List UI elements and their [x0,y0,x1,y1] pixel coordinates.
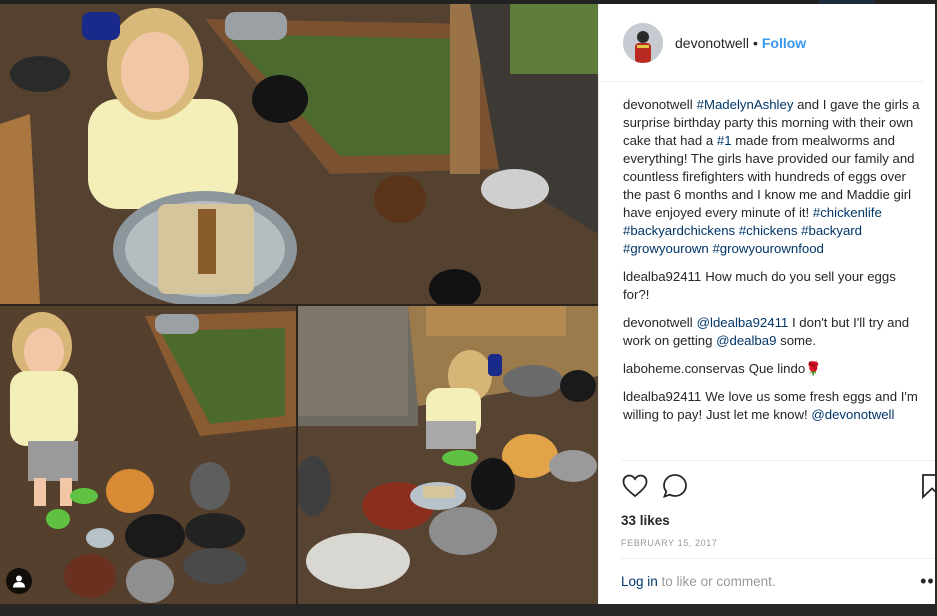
comment-username[interactable]: ldealba92411 [623,389,701,404]
comment-username[interactable]: laboheme.conservas [623,361,745,376]
heart-icon[interactable] [621,472,649,500]
hashtag-link[interactable]: #backyardchickens [623,223,735,238]
post-media[interactable] [0,4,598,604]
comment-text: Que lindo🌹 [748,361,822,376]
comment-username[interactable]: ldealba92411 [623,269,701,284]
photo-girl-with-cake [0,4,598,304]
post-sidebar: devonotwell • Follow devonotwell #Madelyn… [598,4,937,604]
header-username[interactable]: devonotwell [675,35,749,51]
hashtag-link[interactable]: #chickens [739,223,798,238]
comment-username[interactable]: devonotwell [623,97,693,112]
header-separator: • [752,34,758,51]
hashtag-link[interactable]: #growyourownfood [712,241,823,256]
hashtag-link[interactable]: #chickenlife [813,205,882,220]
like-count[interactable]: 33 likes [621,513,937,528]
comment-text: some. [776,333,817,348]
photo-girl-crouching-with-chickens [298,306,598,604]
login-bar: Log in to like or comment. ••• [621,558,937,604]
comment-username[interactable]: devonotwell [623,315,693,330]
comments-list[interactable]: devonotwell #MadelynAshley and I gave the… [599,82,937,460]
comment-item: devonotwell #MadelynAshley and I gave the… [623,96,923,258]
window-bottom-strip [0,604,937,616]
comment-item: devonotwell @ldealba92411 I don't but I'l… [623,314,923,350]
mention-link[interactable]: @ldealba92411 [697,315,789,330]
follow-button[interactable]: Follow [762,35,806,51]
hashtag-link[interactable]: #MadelynAshley [697,97,794,112]
comment-item: ldealba92411 We love us some fresh eggs a… [623,388,923,424]
comment-item: laboheme.conservas Que lindo🌹 [623,360,923,378]
mention-link[interactable]: @dealba9 [716,333,776,348]
avatar[interactable] [623,22,663,63]
comment-bubble-icon[interactable] [661,472,689,500]
hashtag-link[interactable]: #1 [717,133,732,148]
hashtag-link[interactable]: #growyourown [623,241,709,256]
post-date[interactable]: FEBRUARY 15, 2017 [621,538,937,548]
login-link[interactable]: Log in [621,574,658,589]
hashtag-link[interactable]: #backyard [801,223,862,238]
login-prompt-text: to like or comment. [657,574,776,589]
action-icon-row [621,461,937,505]
mention-link[interactable]: @devonotwell [811,407,894,422]
photo-girl-feeding-chickens [0,306,296,604]
comment-item: ldealba92411 How much do you sell your eg… [623,268,923,304]
user-tag-icon[interactable] [6,568,32,594]
post-header: devonotwell • Follow [599,4,923,82]
instagram-post: devonotwell • Follow devonotwell #Madelyn… [0,4,937,604]
login-prompt: Log in to like or comment. [621,574,776,589]
